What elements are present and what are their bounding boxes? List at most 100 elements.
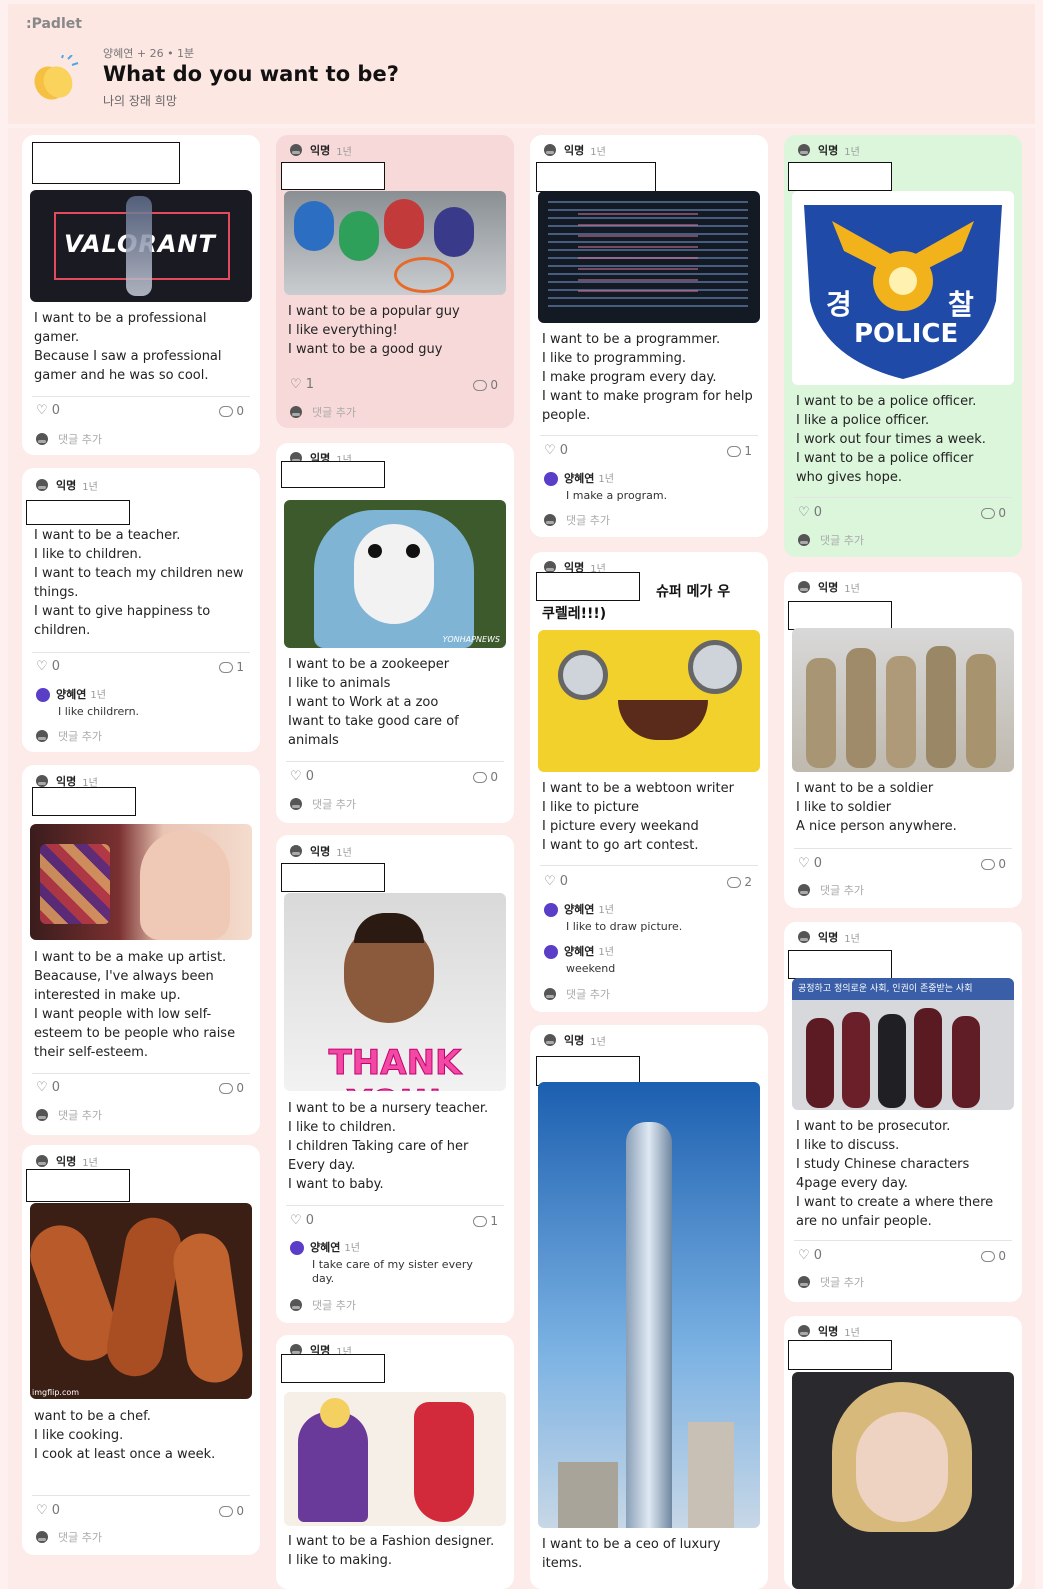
- board-title: What do you want to be?: [103, 62, 399, 86]
- post-title-continued: 쿠렐레!!!): [542, 606, 607, 622]
- comment-icon: [219, 1505, 234, 1517]
- badge-char-right: 찰: [948, 288, 974, 321]
- like-button[interactable]: ♡ 0: [36, 403, 60, 418]
- post-body: I want to be a ceo of luxury items.: [542, 1537, 721, 1571]
- add-comment-button[interactable]: 댓글 추가: [290, 796, 356, 812]
- post-card-makeup[interactable]: 익명 1년 I want to be a make up artist. Beac…: [22, 765, 260, 1135]
- comment-icon: [219, 405, 234, 417]
- add-comment-button[interactable]: 댓글 추가: [798, 1274, 864, 1290]
- avatar-icon: [36, 1109, 48, 1121]
- post-card-writer[interactable]: 익명 1년: [784, 1316, 1022, 1589]
- avatar-icon: [36, 1155, 48, 1167]
- post-card-popular[interactable]: 익명 1년 I want to be a popular guy I like e…: [276, 135, 514, 428]
- redacted-box: [26, 1169, 130, 1202]
- comment-count[interactable]: 0: [981, 506, 1006, 520]
- comment-count[interactable]: 1: [219, 660, 244, 674]
- like-button[interactable]: ♡ 0: [798, 1248, 822, 1263]
- post-card-ceo[interactable]: 익명 1년 I want to be a ceo of luxury items.: [530, 1025, 768, 1589]
- post-body: I want to be a teacher. I like to childr…: [34, 528, 244, 638]
- divider: [32, 1495, 250, 1496]
- post-card-programmer[interactable]: 익명 1년 I want to be a programmer. I like t…: [530, 135, 768, 537]
- like-button[interactable]: ♡ 0: [36, 1080, 60, 1095]
- like-button[interactable]: ♡ 0: [36, 1503, 60, 1518]
- post-body: I want to be a police officer. I like a …: [796, 394, 986, 485]
- add-comment-button[interactable]: 댓글 추가: [798, 532, 864, 548]
- post-image-tower[interactable]: [538, 1082, 760, 1528]
- post-card-fashion[interactable]: 익명 1년 I want to be a Fashion designer. I …: [276, 1335, 514, 1589]
- like-button[interactable]: ♡ 0: [544, 443, 568, 458]
- add-comment-button[interactable]: 댓글 추가: [36, 1529, 102, 1545]
- comment-count[interactable]: 1: [727, 444, 752, 458]
- post-body: I want to be a programmer. I like to pro…: [542, 332, 753, 423]
- comment-count[interactable]: 0: [981, 1249, 1006, 1263]
- post-body: I want to be a webtoon writer I like to …: [542, 781, 734, 853]
- post-card-nursery[interactable]: 익명1년 THANK YOU! I want to be a nursery t…: [276, 835, 514, 1323]
- post-image-police-badge[interactable]: 경 찰 POLICE: [792, 191, 1014, 385]
- post-card-teacher[interactable]: 익명 1년 I want to be a teacher. I like to c…: [22, 468, 260, 752]
- post-image-makeup[interactable]: [30, 824, 252, 940]
- comment-icon: [219, 661, 234, 673]
- post-body: I want to be a nursery teacher. I like t…: [288, 1101, 489, 1192]
- like-button[interactable]: ♡ 1: [290, 377, 314, 392]
- add-comment-button[interactable]: 댓글 추가: [36, 431, 102, 447]
- add-comment-button[interactable]: 댓글 추가: [290, 1297, 356, 1313]
- board-meta: 양혜연 + 26 • 1분: [103, 47, 195, 60]
- redacted-box: [788, 601, 892, 630]
- like-button[interactable]: ♡ 0: [290, 1213, 314, 1228]
- like-button[interactable]: ♡ 0: [36, 659, 60, 674]
- post-card-chef[interactable]: 익명 1년 imgflip.com want to be a chef. I li…: [22, 1145, 260, 1555]
- comment-count[interactable]: 1: [473, 1214, 498, 1228]
- comment-count[interactable]: 2: [727, 875, 752, 889]
- post-image-minions[interactable]: [538, 630, 760, 772]
- badge-char-left: 경: [826, 288, 852, 321]
- post-card-webtoon[interactable]: 익명 1년 슈퍼 메가 우 쿠렐레!!!) I want to be a webt…: [530, 552, 768, 1012]
- post-image-thank-you[interactable]: THANK YOU!: [284, 893, 506, 1091]
- comment-count[interactable]: 0: [473, 378, 498, 392]
- post-body: I want to be a Fashion designer. I like …: [288, 1534, 495, 1568]
- avatar-icon: [798, 144, 810, 156]
- post-card-police[interactable]: 익명 1년 경 찰 POLICE I want to be a police of…: [784, 135, 1022, 557]
- comment-icon: [727, 876, 742, 888]
- comment-count[interactable]: 0: [473, 770, 498, 784]
- padlet-logo[interactable]: :Padlet: [26, 16, 82, 32]
- redacted-box: [788, 162, 892, 191]
- commenter-avatar: [544, 472, 558, 486]
- like-button[interactable]: ♡ 0: [290, 769, 314, 784]
- avatar-icon: [544, 144, 556, 156]
- redacted-box: [281, 863, 385, 892]
- post-image-portrait[interactable]: [792, 1372, 1014, 1589]
- post-card-gamer[interactable]: VALORANT I want to be a professional gam…: [22, 135, 260, 455]
- post-card-prosecutor[interactable]: 익명 1년 공정하고 정의로운 사회, 인권이 존중받는 사회 I want to…: [784, 922, 1022, 1302]
- add-comment-button[interactable]: 댓글 추가: [36, 1107, 102, 1123]
- divider: [794, 848, 1012, 849]
- comment-icon: [981, 1250, 996, 1262]
- comment-count[interactable]: 0: [219, 1081, 244, 1095]
- like-button[interactable]: ♡ 0: [798, 856, 822, 871]
- post-image-fashion[interactable]: [284, 1392, 506, 1526]
- add-comment-button[interactable]: 댓글 추가: [544, 986, 610, 1002]
- post-image-basketball[interactable]: [284, 191, 506, 295]
- add-comment-button[interactable]: 댓글 추가: [290, 404, 356, 420]
- avatar-icon: [36, 730, 48, 742]
- comment-count[interactable]: 0: [219, 404, 244, 418]
- add-comment-button[interactable]: 댓글 추가: [798, 882, 864, 898]
- post-image-code[interactable]: [538, 191, 760, 323]
- post-image-valorant[interactable]: VALORANT: [30, 190, 252, 302]
- comment-count[interactable]: 0: [219, 1504, 244, 1518]
- post-card-soldier[interactable]: 익명 1년 I want to be a soldier I like to so…: [784, 572, 1022, 908]
- like-button[interactable]: ♡ 0: [798, 505, 822, 520]
- commenter-avatar: [544, 945, 558, 959]
- like-button[interactable]: ♡ 0: [544, 874, 568, 889]
- post-card-zookeeper[interactable]: 익명 1년 YONHAPNEWS I want to be a zookeeper…: [276, 443, 514, 823]
- post-image-panda[interactable]: YONHAPNEWS: [284, 500, 506, 648]
- comment-icon: [473, 771, 488, 783]
- comment: 양혜연 1년 weekend: [544, 943, 615, 976]
- avatar-icon: [36, 775, 48, 787]
- post-image-prosecutors[interactable]: 공정하고 정의로운 사회, 인권이 존중받는 사회: [792, 978, 1014, 1110]
- add-comment-button[interactable]: 댓글 추가: [544, 512, 610, 528]
- comment-count[interactable]: 0: [981, 857, 1006, 871]
- post-body: I want to be a zookeeper I like to anima…: [288, 657, 459, 748]
- post-image-bacon[interactable]: imgflip.com: [30, 1203, 252, 1399]
- post-image-soldiers[interactable]: [792, 628, 1014, 772]
- add-comment-button[interactable]: 댓글 추가: [36, 728, 102, 744]
